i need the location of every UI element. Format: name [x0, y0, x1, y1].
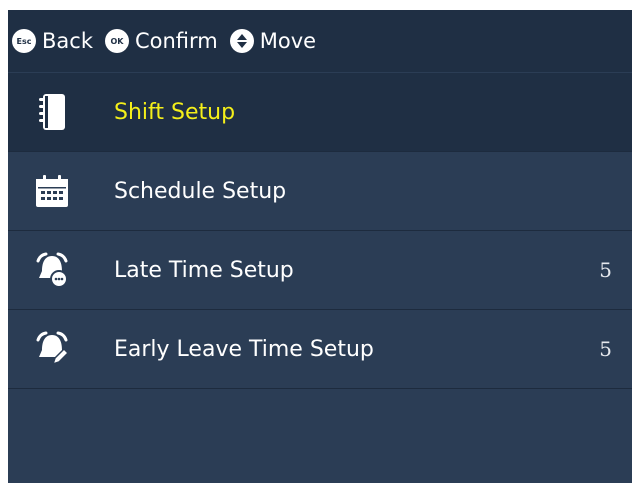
- menu-item-value: 5: [599, 337, 612, 361]
- device-screen: Esc Back OK Confirm Move Shift Setup Sch…: [8, 10, 632, 483]
- menu-item-value: 5: [599, 258, 612, 282]
- menu-item-early-leave-time-setup[interactable]: Early Leave Time Setup 5: [8, 310, 632, 389]
- menu-item-schedule-setup[interactable]: Schedule Setup: [8, 152, 632, 231]
- key-hint-bar: Esc Back OK Confirm Move: [8, 10, 632, 72]
- menu-item-label: Shift Setup: [114, 99, 236, 125]
- ok-key-icon: OK: [104, 29, 129, 53]
- hint-move-label: Move: [259, 29, 317, 53]
- calendar-icon: [32, 171, 72, 211]
- menu-item-shift-setup[interactable]: Shift Setup: [8, 73, 632, 152]
- up-down-key-icon: [229, 29, 254, 53]
- esc-key-icon: Esc: [12, 29, 36, 53]
- hint-back-label: Back: [42, 29, 93, 53]
- alarm-clock-edit-icon: [32, 329, 72, 369]
- hint-back[interactable]: Esc Back: [12, 29, 93, 53]
- menu-item-label: Early Leave Time Setup: [114, 336, 374, 362]
- menu-item-label: Late Time Setup: [114, 257, 294, 283]
- hint-move[interactable]: Move: [229, 29, 317, 53]
- alarm-clock-icon: [32, 250, 72, 290]
- settings-menu: Shift Setup Schedule Setup Late Time Set…: [8, 73, 632, 389]
- notebook-icon: [32, 92, 72, 132]
- hint-confirm-label: Confirm: [134, 29, 218, 53]
- menu-item-label: Schedule Setup: [114, 178, 287, 204]
- menu-item-late-time-setup[interactable]: Late Time Setup 5: [8, 231, 632, 310]
- hint-confirm[interactable]: OK Confirm: [104, 29, 218, 53]
